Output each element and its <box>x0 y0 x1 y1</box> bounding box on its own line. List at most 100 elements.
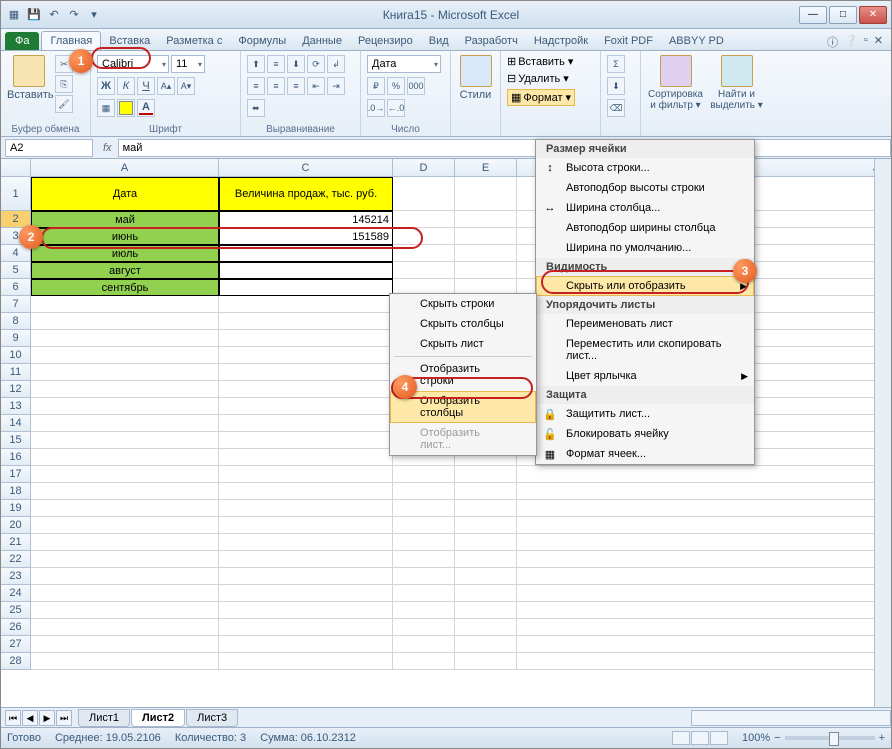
cell[interactable] <box>455 228 517 245</box>
zoom-control[interactable]: 100% − + <box>742 732 885 744</box>
merge-icon[interactable]: ⬌ <box>247 99 265 117</box>
sheet-nav-first[interactable]: ⏮ <box>5 710 21 726</box>
menu-lock-cell[interactable]: 🔓Блокировать ячейку <box>536 424 754 444</box>
tab-insert[interactable]: Вставка <box>101 32 158 50</box>
font-size[interactable]: 11 <box>171 55 205 73</box>
currency-icon[interactable]: ₽ <box>367 77 385 95</box>
cell[interactable] <box>219 262 393 279</box>
underline-button[interactable]: Ч <box>137 77 155 95</box>
zoom-slider[interactable] <box>785 736 875 740</box>
cell[interactable]: сентябрь <box>31 279 219 296</box>
cell[interactable] <box>393 602 455 619</box>
row-header[interactable]: 12 <box>1 381 31 398</box>
close-button[interactable]: ✕ <box>859 6 887 24</box>
cell[interactable] <box>455 517 517 534</box>
fill-down-icon[interactable]: ⬇ <box>607 77 625 95</box>
menu-move-copy-sheet[interactable]: Переместить или скопировать лист... <box>536 334 754 366</box>
tab-abbyy[interactable]: ABBYY PD <box>661 32 732 50</box>
cell[interactable] <box>31 483 219 500</box>
cell[interactable] <box>455 653 517 670</box>
submenu-unhide-sheet[interactable]: Отобразить лист... <box>390 423 536 455</box>
cell[interactable] <box>455 534 517 551</box>
cell[interactable] <box>219 296 393 313</box>
cell[interactable] <box>219 432 393 449</box>
cell[interactable] <box>31 500 219 517</box>
paste-button[interactable]: Вставить <box>7 55 51 101</box>
cells-insert[interactable]: ⊞ Вставить ▾ <box>507 55 573 68</box>
col-header-d[interactable]: D <box>393 159 455 176</box>
row-header[interactable]: 23 <box>1 568 31 585</box>
cell[interactable] <box>31 534 219 551</box>
cell[interactable]: август <box>31 262 219 279</box>
sheet-nav-last[interactable]: ⏭ <box>56 710 72 726</box>
cell[interactable]: 151589 <box>219 228 393 245</box>
row-header[interactable]: 25 <box>1 602 31 619</box>
vertical-scrollbar[interactable] <box>874 159 891 707</box>
row-header[interactable]: 20 <box>1 517 31 534</box>
tab-developer[interactable]: Разработч <box>457 32 526 50</box>
cell[interactable] <box>31 466 219 483</box>
cell[interactable]: июнь <box>31 228 219 245</box>
col-header-c[interactable]: C <box>219 159 393 176</box>
format-painter-icon[interactable]: 🖌 <box>55 95 73 113</box>
align-right-icon[interactable]: ≡ <box>287 77 305 95</box>
row-header[interactable]: 8 <box>1 313 31 330</box>
row-header[interactable]: 16 <box>1 449 31 466</box>
ribbon-opts-icon[interactable]: ▫ <box>864 34 868 50</box>
cell[interactable] <box>219 364 393 381</box>
cell[interactable] <box>393 483 455 500</box>
tab-layout[interactable]: Разметка с <box>158 32 230 50</box>
cell[interactable] <box>393 245 455 262</box>
dec-inc-icon[interactable]: .0→ <box>367 99 385 117</box>
cell[interactable] <box>393 517 455 534</box>
cell[interactable] <box>455 551 517 568</box>
cell[interactable] <box>219 483 393 500</box>
submenu-hide-cols[interactable]: Скрыть столбцы <box>390 314 536 334</box>
cell[interactable] <box>393 568 455 585</box>
tab-review[interactable]: Рецензиро <box>350 32 421 50</box>
cell[interactable] <box>219 313 393 330</box>
help-icon[interactable]: ❔ <box>844 34 858 50</box>
cell[interactable] <box>455 619 517 636</box>
row-header[interactable]: 6 <box>1 279 31 296</box>
cell[interactable] <box>31 330 219 347</box>
row-header[interactable]: 17 <box>1 466 31 483</box>
cell[interactable] <box>31 551 219 568</box>
tab-home[interactable]: Главная <box>41 31 101 50</box>
cell[interactable] <box>455 466 517 483</box>
cell[interactable] <box>31 415 219 432</box>
menu-autofit-row[interactable]: Автоподбор высоты строки <box>536 178 754 198</box>
cell[interactable] <box>219 585 393 602</box>
shrink-font-icon[interactable]: A▾ <box>177 77 195 95</box>
name-box[interactable]: A2 <box>5 139 93 157</box>
cell[interactable] <box>31 636 219 653</box>
cell[interactable] <box>393 653 455 670</box>
tab-view[interactable]: Вид <box>421 32 457 50</box>
cell[interactable] <box>455 483 517 500</box>
cell[interactable] <box>455 500 517 517</box>
row-header[interactable]: 11 <box>1 364 31 381</box>
cells-format[interactable]: ▦ Формат ▾ <box>507 89 575 106</box>
menu-format-cells[interactable]: ▦Формат ячеек... <box>536 444 754 464</box>
row-header[interactable]: 21 <box>1 534 31 551</box>
align-bot-icon[interactable]: ⬇ <box>287 55 305 73</box>
row-header[interactable]: 1 <box>1 177 31 211</box>
cell[interactable] <box>393 534 455 551</box>
wrap-icon[interactable]: ↲ <box>327 55 345 73</box>
align-center-icon[interactable]: ≡ <box>267 77 285 95</box>
save-icon[interactable]: 💾 <box>25 6 43 24</box>
cell[interactable] <box>219 466 393 483</box>
sheet-tab-1[interactable]: Лист1 <box>78 709 130 727</box>
sheet-nav-next[interactable]: ▶ <box>39 710 55 726</box>
tab-foxit[interactable]: Foxit PDF <box>596 32 661 50</box>
cell[interactable] <box>393 636 455 653</box>
cell[interactable] <box>455 636 517 653</box>
zoom-out-icon[interactable]: − <box>774 732 780 744</box>
cell[interactable] <box>219 245 393 262</box>
row-header[interactable]: 18 <box>1 483 31 500</box>
cell[interactable] <box>31 568 219 585</box>
redo-icon[interactable]: ↷ <box>65 6 83 24</box>
cell[interactable] <box>31 602 219 619</box>
cell[interactable] <box>31 398 219 415</box>
cell[interactable] <box>393 211 455 228</box>
